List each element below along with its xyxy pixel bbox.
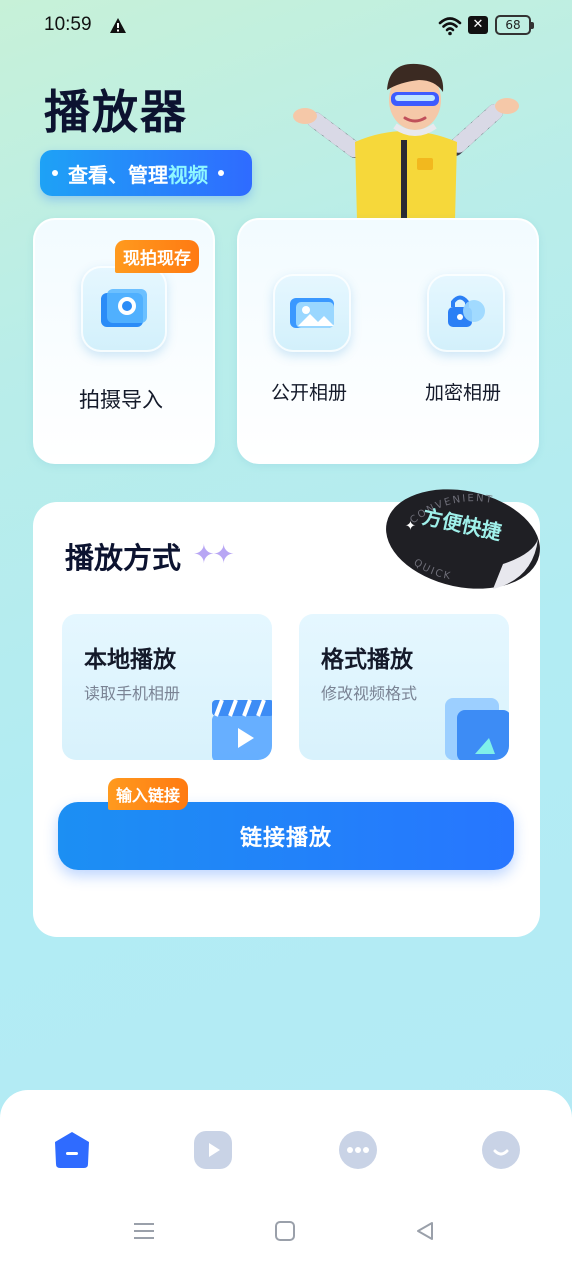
nav-play[interactable] — [193, 1130, 233, 1170]
nav-profile[interactable] — [481, 1130, 521, 1170]
format-play-title: 格式播放 — [321, 647, 413, 673]
nav-home[interactable] — [52, 1130, 92, 1170]
sticker-star: ✦ — [405, 519, 416, 534]
no-sim-icon: ✕ — [468, 16, 488, 34]
clapperboard-icon — [212, 699, 272, 760]
private-album-tile — [427, 274, 505, 352]
dot-left — [52, 170, 58, 176]
private-album-button[interactable]: 加密相册 — [411, 260, 521, 410]
home-icon — [55, 1132, 89, 1168]
playback-title: 播放方式 — [65, 541, 182, 575]
link-badge: 输入链接 — [108, 778, 189, 810]
link-play-button[interactable]: 链接播放 — [58, 802, 514, 870]
private-album-label: 加密相册 — [425, 382, 502, 404]
public-album-tile — [273, 274, 351, 352]
recent-apps-icon[interactable] — [132, 1220, 156, 1242]
capture-import-card[interactable]: 现拍现存 拍摄导入 — [33, 218, 215, 464]
local-play-desc: 读取手机相册 — [84, 684, 181, 703]
subtitle-pill: 查看、管理 视频 — [40, 150, 252, 196]
warning-icon — [110, 18, 126, 33]
page-title: 播放器 — [44, 85, 188, 139]
local-play-title: 本地播放 — [84, 647, 176, 673]
subtitle-text: 查看、管理 — [68, 162, 168, 187]
capture-label: 拍摄导入 — [79, 388, 163, 412]
camera-import-tile — [81, 266, 167, 352]
status-bar: 10:59 ✕ 68 — [0, 0, 572, 52]
smile-icon — [482, 1131, 520, 1169]
battery-icon: 68 — [495, 15, 534, 35]
format-layers-icon — [445, 698, 509, 760]
nav-more[interactable] — [338, 1130, 378, 1170]
capture-badge: 现拍现存 — [115, 240, 199, 273]
lock-icon — [448, 295, 485, 327]
bottom-nav — [0, 1090, 572, 1280]
battery-level: 68 — [505, 18, 521, 32]
wifi-icon — [438, 17, 462, 36]
albums-card: 公开相册 加密相册 — [237, 218, 539, 464]
status-time: 10:59 — [44, 14, 92, 35]
public-album-button[interactable]: 公开相册 — [257, 260, 367, 410]
mascot-illustration — [293, 63, 519, 220]
convenient-sticker: CONVENIENT QUICK ✦ 方便快捷 — [386, 489, 540, 589]
format-play-desc: 修改视频格式 — [321, 684, 418, 703]
subtitle-accent: 视频 — [168, 162, 208, 187]
camera-icon — [101, 289, 147, 327]
back-icon[interactable] — [414, 1220, 436, 1242]
image-icon — [290, 298, 334, 328]
more-icon — [339, 1131, 377, 1169]
local-play-card[interactable]: 本地播放 读取手机相册 — [62, 614, 272, 760]
home-nav-icon[interactable] — [274, 1220, 296, 1242]
sparkle-icon: ✦✦ — [193, 540, 235, 570]
format-play-card[interactable]: 格式播放 修改视频格式 — [299, 614, 509, 760]
dot-right — [218, 170, 224, 176]
public-album-label: 公开相册 — [271, 382, 348, 404]
playback-section: 播放方式 ✦✦ CONVENIENT QUICK ✦ 方便快捷 本地播放 读取手… — [33, 489, 540, 937]
play-icon — [194, 1131, 232, 1169]
